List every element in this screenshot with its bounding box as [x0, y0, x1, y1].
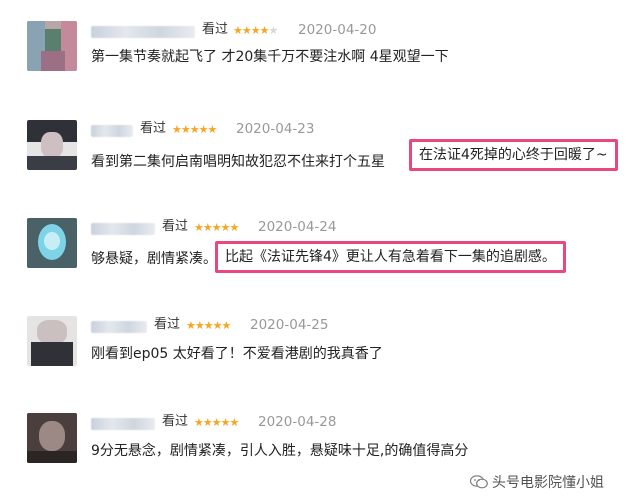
avatar[interactable]: [27, 120, 77, 170]
watched-status: 看过: [162, 219, 189, 234]
review-comment: 9分无悬念，剧情紧凑，引人入胜，悬疑味十足,的确值得高分: [91, 443, 469, 459]
watermark-text: 头号电影院懂小姐: [492, 475, 604, 491]
review-item: 看过 ★★★★★ 2020-04-23 看到第二集何启南唱明知故犯忍不住来打个五…: [0, 120, 640, 210]
review-comment: 刚看到ep05 太好看了！不爱看港剧的我真香了: [91, 346, 383, 362]
watched-status: 看过: [140, 121, 167, 136]
wechat-icon: [470, 475, 488, 489]
star-rating: ★★★★★: [194, 221, 239, 234]
star-rating: ★★★★★: [172, 123, 217, 136]
watched-status: 看过: [162, 414, 189, 429]
review-date: 2020-04-20: [298, 22, 377, 38]
star-rating: ★★★★★: [233, 24, 278, 37]
avatar[interactable]: [27, 316, 77, 366]
avatar[interactable]: [27, 413, 77, 463]
star-rating: ★★★★★: [194, 416, 239, 429]
username-blurred[interactable]: [91, 26, 195, 38]
review-date: 2020-04-23: [236, 121, 315, 137]
username-blurred[interactable]: [91, 223, 155, 235]
review-date: 2020-04-24: [258, 219, 337, 235]
highlighted-comment: 在法证4死掉的心终于回暖了~: [409, 139, 618, 171]
review-date: 2020-04-28: [258, 414, 337, 430]
star-rating: ★★★★★: [186, 319, 231, 332]
review-comment: 看到第二集何启南唱明知故犯忍不住来打个五星: [91, 154, 385, 170]
review-comment: 够悬疑，剧情紧凑。: [91, 251, 217, 267]
avatar[interactable]: [27, 218, 77, 268]
username-blurred[interactable]: [91, 125, 133, 137]
highlighted-comment: 比起《法证先锋4》更让人有急着看下一集的追剧感。: [215, 241, 566, 273]
username-blurred[interactable]: [91, 418, 155, 430]
watermark: 头号电影院懂小姐: [470, 472, 604, 492]
username-blurred[interactable]: [91, 321, 147, 333]
review-item: 看过 ★★★★★ 2020-04-24 够悬疑，剧情紧凑。 比起《法证先锋4》更…: [0, 218, 640, 308]
review-comment: 第一集节奏就起飞了 才20集千万不要注水啊 4星观望一下: [91, 49, 449, 65]
watched-status: 看过: [154, 317, 181, 332]
avatar[interactable]: [27, 21, 77, 71]
review-item: 看过 ★★★★★ 2020-04-20 第一集节奏就起飞了 才20集千万不要注水…: [0, 21, 640, 111]
review-item: 看过 ★★★★★ 2020-04-25 刚看到ep05 太好看了！不爱看港剧的我…: [0, 316, 640, 406]
review-date: 2020-04-25: [250, 317, 329, 333]
watched-status: 看过: [202, 22, 229, 37]
